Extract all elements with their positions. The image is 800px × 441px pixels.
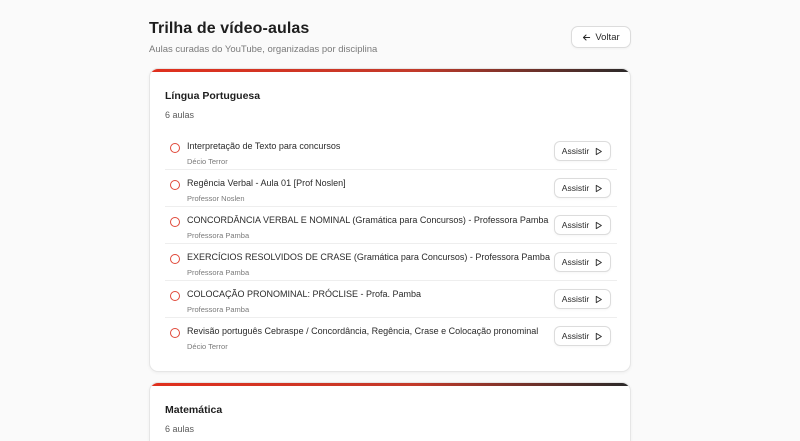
circle-icon[interactable]: [170, 254, 180, 264]
lesson-author: Professora Pamba: [187, 268, 250, 277]
lesson-author: Décio Terror: [187, 157, 228, 166]
play-icon: [595, 147, 603, 155]
lesson-item: Regência Verbal - Aula 01 [Prof Noslen] …: [165, 170, 617, 207]
lesson-item: COLOCAÇÃO PRONOMINAL: PRÓCLISE - Profa. …: [165, 281, 617, 318]
watch-button[interactable]: Assistir: [554, 215, 611, 235]
watch-button-label: Assistir: [561, 183, 590, 193]
subject-title: Língua Portuguesa: [165, 90, 261, 102]
subject-card-portuguese: Língua Portuguesa 6 aulas Interpretação …: [149, 68, 631, 372]
watch-button-label: Assistir: [561, 331, 590, 341]
lesson-title: Revisão português Cebraspe / Concordânci…: [187, 326, 539, 336]
back-button-label: Voltar: [595, 31, 620, 43]
lesson-author: Professora Pamba: [187, 305, 250, 314]
watch-button-label: Assistir: [561, 146, 590, 156]
page-header: Trilha de vídeo-aulas Aulas curadas do Y…: [149, 20, 631, 55]
circle-icon[interactable]: [170, 328, 180, 338]
subject-title: Matemática: [165, 404, 223, 416]
play-icon: [595, 258, 603, 266]
circle-icon[interactable]: [170, 217, 180, 227]
lesson-count: 6 aulas: [165, 110, 195, 120]
card-accent-bar: [150, 69, 630, 72]
lesson-author: Professora Pamba: [187, 231, 250, 240]
lesson-title: COLOCAÇÃO PRONOMINAL: PRÓCLISE - Profa. …: [187, 289, 422, 299]
lesson-item: Revisão português Cebraspe / Concordânci…: [165, 318, 617, 355]
lesson-author: Professor Noslen: [187, 194, 245, 203]
watch-button[interactable]: Assistir: [554, 289, 611, 309]
page: Trilha de vídeo-aulas Aulas curadas do Y…: [0, 0, 800, 441]
lesson-item: CONCORDÂNCIA VERBAL E NOMINAL (Gramática…: [165, 207, 617, 244]
play-icon: [595, 221, 603, 229]
lesson-author: Décio Terror: [187, 342, 228, 351]
page-title: Trilha de vídeo-aulas: [149, 20, 310, 37]
circle-icon[interactable]: [170, 291, 180, 301]
play-icon: [595, 332, 603, 340]
subject-card-math: Matemática 6 aulas: [149, 382, 631, 441]
lesson-title: EXERCÍCIOS RESOLVIDOS DE CRASE (Gramátic…: [187, 252, 550, 262]
circle-icon[interactable]: [170, 143, 180, 153]
watch-button[interactable]: Assistir: [554, 178, 611, 198]
watch-button-label: Assistir: [561, 257, 590, 267]
circle-icon[interactable]: [170, 180, 180, 190]
play-icon: [595, 295, 603, 303]
lesson-title: Regência Verbal - Aula 01 [Prof Noslen]: [187, 178, 346, 188]
page-subtitle: Aulas curadas do YouTube, organizadas po…: [149, 44, 378, 55]
play-icon: [595, 184, 603, 192]
watch-button-label: Assistir: [561, 220, 590, 230]
watch-button[interactable]: Assistir: [554, 252, 611, 272]
lesson-title: Interpretação de Texto para concursos: [187, 141, 341, 151]
watch-button[interactable]: Assistir: [554, 141, 611, 161]
lesson-count: 6 aulas: [165, 424, 195, 434]
lesson-title: CONCORDÂNCIA VERBAL E NOMINAL (Gramática…: [187, 215, 549, 225]
arrow-left-icon: [583, 33, 591, 41]
lesson-item: Interpretação de Texto para concursos Dé…: [165, 133, 617, 170]
watch-button-label: Assistir: [561, 294, 590, 304]
lesson-item: EXERCÍCIOS RESOLVIDOS DE CRASE (Gramátic…: [165, 244, 617, 281]
back-button[interactable]: Voltar: [571, 26, 631, 48]
card-accent-bar: [150, 383, 630, 386]
lesson-list: Interpretação de Texto para concursos Dé…: [165, 133, 617, 355]
watch-button[interactable]: Assistir: [554, 326, 611, 346]
